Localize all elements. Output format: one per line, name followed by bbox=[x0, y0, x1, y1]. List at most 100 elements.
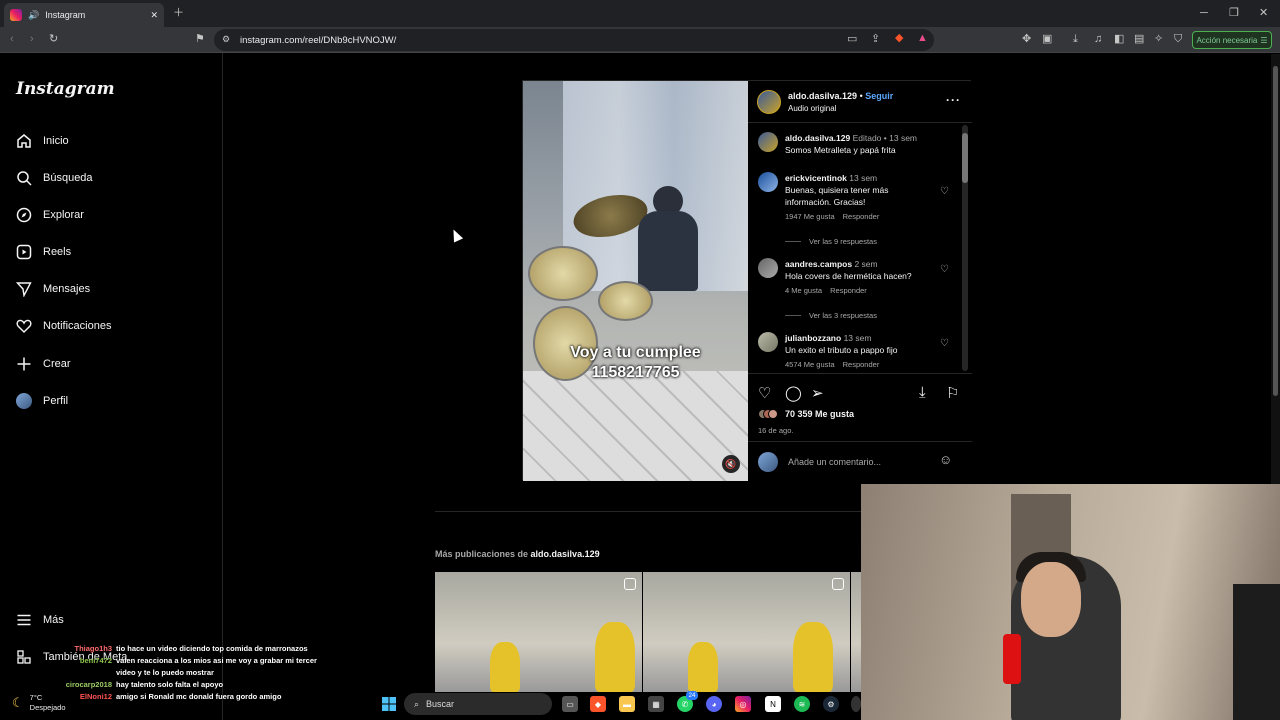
music-icon[interactable]: ♫ bbox=[1094, 34, 1102, 45]
nav-more[interactable]: Más bbox=[16, 612, 64, 628]
taskbar-weather[interactable]: ☾ 7°C Despejado bbox=[12, 693, 66, 713]
post-actions: ♡ ◯ ➢ ⤓ ⚐ 70 359 Me gusta 16 de ago. bbox=[748, 373, 972, 435]
windows-start-icon[interactable] bbox=[381, 696, 397, 712]
close-tab-icon[interactable]: ✕ bbox=[150, 10, 158, 21]
speaker-icon: 🔊 bbox=[28, 9, 40, 20]
brave-browser-icon[interactable]: ◆ bbox=[590, 696, 606, 712]
leo-ai-icon[interactable]: ✧ bbox=[1154, 34, 1163, 45]
nav-home[interactable]: Inicio bbox=[16, 133, 69, 149]
file-explorer-icon[interactable]: ▬ bbox=[619, 696, 635, 712]
comment-input[interactable] bbox=[788, 454, 938, 470]
send-icon bbox=[16, 281, 32, 297]
comment-avatar[interactable] bbox=[758, 258, 778, 278]
author-username[interactable]: aldo.dasilva.129 bbox=[788, 91, 857, 101]
comment-likes[interactable]: 4 Me gusta bbox=[785, 286, 822, 295]
chat-text: valen reacciona a los mios asi me voy a … bbox=[116, 656, 317, 677]
more-posts-user[interactable]: aldo.dasilva.129 bbox=[531, 549, 600, 559]
brave-rewards-icon[interactable]: ▲ bbox=[917, 33, 928, 44]
comment-username[interactable]: aldo.dasilva.129 bbox=[785, 133, 850, 143]
chat-message: beni7472 valen reacciona a los mios asi … bbox=[60, 655, 320, 679]
like-comment-heart-icon[interactable]: ♡ bbox=[940, 338, 949, 349]
url-field[interactable]: ⚙ instagram.com/reel/DNb9cHVNOJW/ bbox=[214, 29, 934, 51]
vpn-icon[interactable]: ⛉ bbox=[1174, 34, 1182, 45]
instagram-logo[interactable]: Instagram bbox=[16, 79, 115, 99]
spotify-icon[interactable]: ≋ bbox=[794, 696, 810, 712]
view-replies[interactable]: Ver las 9 respuestas bbox=[785, 237, 877, 246]
comment-likes[interactable]: 4574 Me gusta bbox=[785, 360, 835, 369]
taskbar-search[interactable]: ⌕ Buscar bbox=[404, 693, 552, 715]
post-thumbnail[interactable] bbox=[643, 572, 850, 692]
share-send-icon[interactable]: ➢ bbox=[811, 384, 824, 402]
mute-toggle-icon[interactable]: 🔇 bbox=[722, 455, 740, 473]
nav-messages[interactable]: Mensajes bbox=[16, 281, 90, 297]
page-scrollbar-thumb[interactable] bbox=[1273, 66, 1278, 396]
nav-explore[interactable]: Explorar bbox=[16, 207, 84, 223]
site-settings-icon[interactable]: ⚙ bbox=[222, 35, 230, 44]
extensions-icon[interactable]: ✥ bbox=[1022, 34, 1031, 45]
download-post-icon[interactable]: ⤓ bbox=[919, 384, 926, 401]
notion-icon[interactable]: N bbox=[765, 696, 781, 712]
reply-button[interactable]: Responder bbox=[830, 286, 867, 295]
follow-button[interactable]: Seguir bbox=[865, 91, 893, 101]
comments-scrollbar[interactable] bbox=[962, 125, 968, 371]
view-replies[interactable]: Ver las 3 respuestas bbox=[785, 311, 877, 320]
comment-avatar[interactable] bbox=[758, 132, 778, 152]
reply-button[interactable]: Responder bbox=[843, 212, 880, 221]
steam-icon[interactable]: ⚙ bbox=[823, 696, 839, 712]
post-author-line: aldo.dasilva.129 • Seguir bbox=[788, 91, 893, 101]
minimize-icon[interactable]: ─ bbox=[1200, 8, 1208, 19]
scrollbar-thumb[interactable] bbox=[962, 133, 968, 183]
nav-search[interactable]: Búsqueda bbox=[16, 170, 93, 186]
post-thumbnail[interactable] bbox=[435, 572, 642, 692]
reload-icon[interactable]: ↻ bbox=[49, 34, 58, 45]
sidebar-toggle-icon[interactable]: ◧ bbox=[1114, 34, 1124, 45]
like-heart-icon[interactable]: ♡ bbox=[758, 384, 771, 402]
reel-badge-icon bbox=[832, 578, 844, 590]
cast-icon[interactable]: ▭ bbox=[847, 34, 857, 45]
chat-message: cirocarp2018 hay talento solo falta el a… bbox=[60, 679, 320, 691]
like-count[interactable]: 70 359 Me gusta bbox=[758, 409, 854, 419]
gaming-chair bbox=[1233, 584, 1280, 720]
new-tab-icon[interactable]: ＋ bbox=[173, 8, 184, 19]
nav-profile[interactable]: Perfil bbox=[16, 393, 68, 409]
nav-notifications[interactable]: Notificaciones bbox=[16, 318, 111, 334]
post-thumbnail[interactable] bbox=[851, 572, 861, 692]
wallet-icon[interactable]: ▤ bbox=[1134, 34, 1144, 45]
download-icon[interactable]: ⤓ bbox=[1073, 34, 1078, 45]
comment-avatar[interactable] bbox=[758, 332, 778, 352]
more-options-icon[interactable]: ··· bbox=[946, 93, 961, 107]
comment-avatar[interactable] bbox=[758, 172, 778, 192]
author-avatar[interactable] bbox=[757, 90, 781, 114]
forward-icon[interactable]: › bbox=[30, 34, 34, 45]
store-icon[interactable]: ▦ bbox=[648, 696, 664, 712]
nav-create[interactable]: Crear bbox=[16, 356, 71, 372]
comment-username[interactable]: julianbozzano bbox=[785, 333, 841, 343]
comment-bubble-icon[interactable]: ◯ bbox=[785, 384, 802, 402]
save-bookmark-icon[interactable]: ⚐ bbox=[946, 384, 959, 402]
browser-tab[interactable]: 🔊 Instagram ✕ bbox=[4, 3, 164, 27]
audio-label[interactable]: Audio original bbox=[788, 104, 836, 113]
nav-reels[interactable]: Reels bbox=[16, 244, 71, 260]
comment-likes[interactable]: 1947 Me gusta bbox=[785, 212, 835, 221]
discord-icon[interactable]: ◕ bbox=[706, 696, 722, 712]
restore-icon[interactable]: ❐ bbox=[1229, 8, 1239, 19]
screenshot-icon[interactable]: ▣ bbox=[1042, 34, 1052, 45]
reply-button[interactable]: Responder bbox=[843, 360, 880, 369]
task-view-icon[interactable]: ▭ bbox=[562, 696, 578, 712]
obs-icon[interactable] bbox=[851, 696, 861, 712]
comment-username[interactable]: aandres.campos bbox=[785, 259, 852, 269]
comment-username[interactable]: erickvicentinok bbox=[785, 173, 847, 183]
back-icon[interactable]: ‹ bbox=[10, 34, 14, 45]
emoji-icon[interactable]: ☺ bbox=[939, 452, 952, 467]
like-comment-heart-icon[interactable]: ♡ bbox=[940, 264, 949, 275]
reel-video[interactable]: Voy a tu cumplee 1158217765 🔇 bbox=[523, 81, 748, 481]
share-icon[interactable]: ⇪ bbox=[871, 34, 880, 45]
like-comment-heart-icon[interactable]: ♡ bbox=[940, 186, 949, 197]
action-required-button[interactable]: Acción necesaria ☰ bbox=[1192, 31, 1272, 49]
close-window-icon[interactable]: ✕ bbox=[1259, 8, 1268, 19]
taskbar-search-icon: ⌕ bbox=[414, 698, 420, 709]
brave-shield-icon[interactable]: ◆ bbox=[895, 33, 903, 44]
meta-grid-icon bbox=[16, 649, 32, 665]
bookmark-icon[interactable]: ⚑ bbox=[195, 34, 205, 45]
instagram-app-icon[interactable]: ◎ bbox=[735, 696, 751, 712]
